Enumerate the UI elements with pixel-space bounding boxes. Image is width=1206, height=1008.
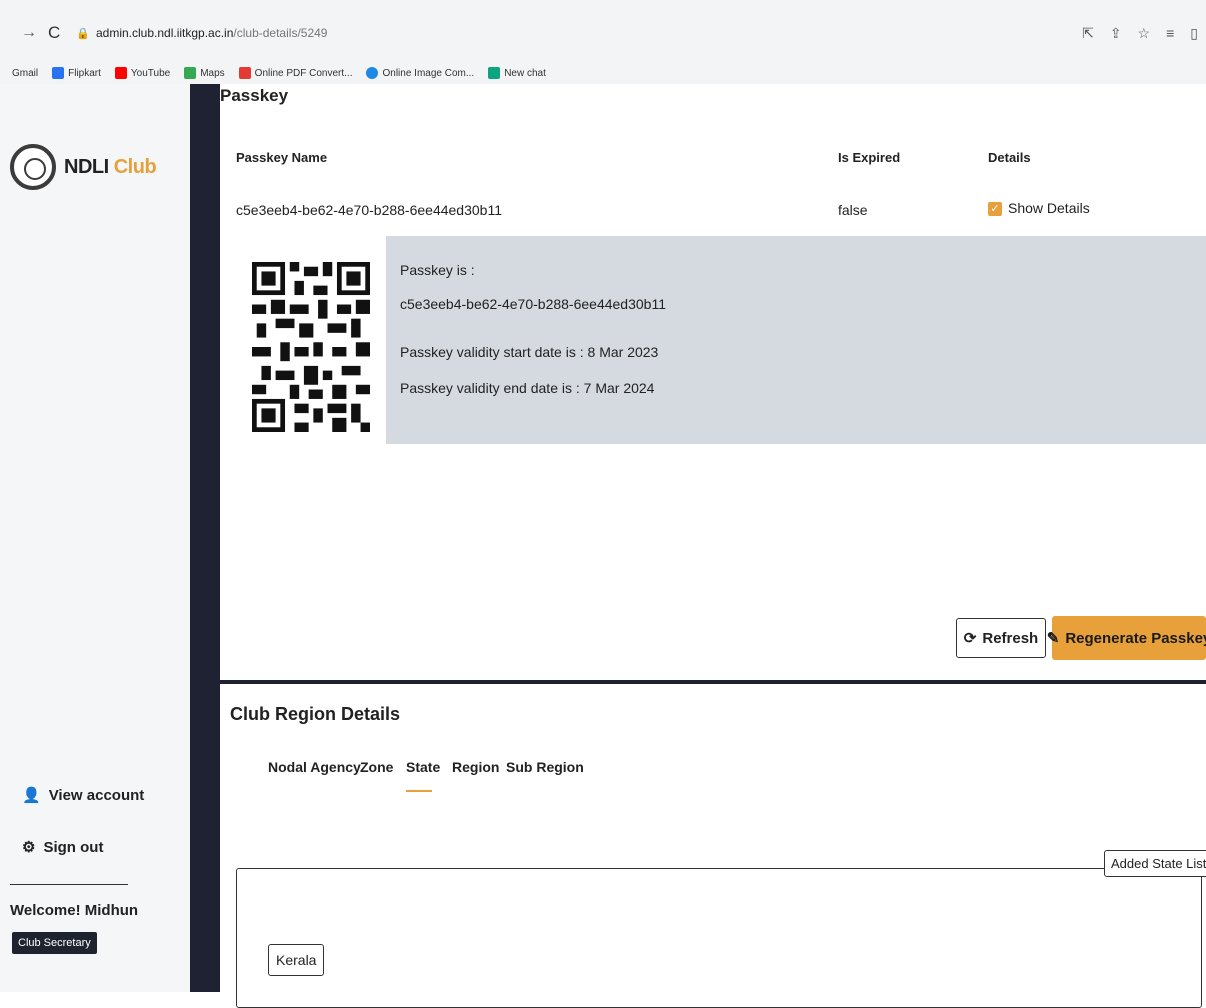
added-state-list-label: Added State List [1104, 850, 1206, 877]
show-details-toggle[interactable]: ✓ Show Details [988, 200, 1090, 217]
tab-state[interactable]: State [406, 759, 440, 775]
role-badge: Club Secretary [12, 932, 97, 954]
brush-icon: ✎ [1046, 630, 1060, 647]
col-header-passkey-name: Passkey Name [236, 150, 328, 165]
validity-end: Passkey validity end date is : 7 Mar 202… [400, 380, 655, 396]
passkey-section-title: Passkey [220, 86, 289, 105]
col-header-details: Details [988, 150, 1031, 165]
tab-zone[interactable]: Zone [360, 759, 393, 775]
bookmark-image[interactable]: Online Image Com... [366, 67, 474, 79]
passkey-detail-panel [386, 236, 1206, 444]
chat-icon [488, 67, 501, 79]
welcome-text: Welcome! Midhun [10, 902, 139, 919]
passkey-label: Passkey is : [400, 262, 475, 278]
is-expired-cell: false [838, 202, 868, 218]
club-region-title: Club Region Details [230, 704, 401, 724]
url-field[interactable]: admin.club.ndl.iitkgp.ac.in/club-details… [96, 26, 327, 40]
reload-icon[interactable]: C [48, 23, 60, 43]
forward-icon[interactable]: → [20, 24, 38, 42]
active-tab-indicator [406, 790, 432, 792]
bookmark-pdf[interactable]: Online PDF Convert... [238, 67, 352, 79]
bookmark-maps[interactable]: Maps [184, 67, 225, 79]
share-icon[interactable]: ⇪ [1110, 25, 1122, 42]
sidebar-rail [190, 84, 220, 992]
view-account-link[interactable]: 👤 View account [22, 786, 144, 805]
maps-icon [184, 67, 197, 79]
state-chip[interactable]: Kerala [268, 944, 325, 976]
brand-prefix: NDLI [64, 155, 109, 178]
reading-list-icon[interactable]: ≡ [1166, 25, 1174, 41]
browser-address-bar: → C 🔒 admin.club.ndl.iitkgp.ac.in/club-d… [0, 0, 1206, 62]
qr-code [252, 262, 370, 432]
brand-logo[interactable]: NDLI Club [10, 144, 157, 190]
passkey-value: c5e3eeb4-be62-4e70-b288-6ee44ed30b11 [400, 296, 666, 312]
tab-nodal-agency[interactable]: Nodal Agency [268, 759, 361, 775]
section-divider [220, 680, 1206, 684]
passkey-name-cell: c5e3eeb4-be62-4e70-b288-6ee44ed30b11 [236, 202, 502, 218]
state-list-box [236, 868, 1202, 1008]
user-icon: 👤 [22, 787, 41, 804]
site-info-icon[interactable]: 🔒 [76, 27, 90, 40]
regenerate-passkey-button[interactable]: ✎ Regenerate Passkey [1047, 616, 1206, 660]
bookmark-star-icon[interactable]: ☆ [1138, 25, 1151, 42]
tab-sub-region[interactable]: Sub Region [506, 759, 584, 775]
bookmark-new-chat[interactable]: New chat [488, 67, 546, 79]
browser-actions: ⇱ ⇪ ☆ ≡ ▯ [1082, 18, 1198, 48]
tab-region[interactable]: Region [452, 759, 499, 775]
sidebar: NDLI Club 👤 View account ⚙ Sign out Welc… [0, 84, 190, 992]
sign-out-link[interactable]: ⚙ Sign out [22, 838, 103, 857]
bookmark-flipkart[interactable]: Flipkart [52, 67, 101, 79]
pdf-icon [238, 67, 251, 79]
install-icon[interactable]: ⇱ [1082, 25, 1094, 42]
gear-icon: ⚙ [22, 839, 36, 856]
bookmark-youtube[interactable]: YouTube [114, 67, 170, 79]
ndli-logo-icon [10, 144, 56, 190]
bookmark-gmail[interactable]: Gmail [12, 68, 38, 79]
youtube-icon [114, 67, 127, 79]
main-content: Passkey Passkey Name Is Expired Details … [220, 84, 1206, 1008]
bookmarks-bar: Gmail Flipkart YouTube Maps Online PDF C… [0, 62, 1206, 84]
brand-suffix: Club [113, 155, 157, 178]
refresh-button[interactable]: ⟳ Refresh [956, 618, 1046, 658]
sidebar-divider [10, 884, 128, 885]
side-panel-icon[interactable]: ▯ [1190, 25, 1198, 42]
col-header-is-expired: Is Expired [838, 150, 901, 165]
flipkart-icon [52, 67, 65, 79]
image-icon [366, 67, 379, 79]
validity-start: Passkey validity start date is : 8 Mar 2… [400, 344, 659, 360]
refresh-icon: ⟳ [963, 630, 977, 647]
checkbox-icon[interactable]: ✓ [988, 202, 1002, 217]
